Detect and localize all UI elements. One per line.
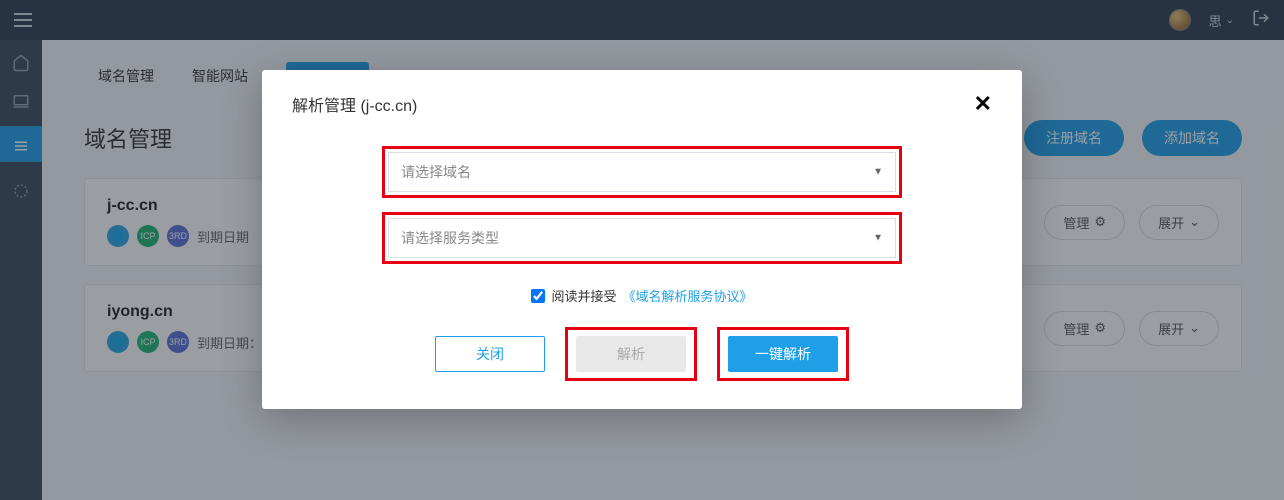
modal-overlay: 解析管理 (j-cc.cn) ✕ 请选择域名 ▼ 请选择服务类型 ▼ 阅读并接受… [0,0,1284,500]
agree-checkbox[interactable] [531,289,545,303]
resolve-modal: 解析管理 (j-cc.cn) ✕ 请选择域名 ▼ 请选择服务类型 ▼ 阅读并接受… [262,70,1022,409]
close-icon[interactable]: ✕ [974,93,992,115]
agree-label: 阅读并接受 [551,286,616,305]
agreement-link[interactable]: 《域名解析服务协议》 [623,286,753,305]
domain-select[interactable]: 请选择域名 [388,152,896,192]
close-button[interactable]: 关闭 [435,336,545,372]
resolve-button-highlight: 解析 [565,327,697,381]
onekey-resolve-button[interactable]: 一键解析 [728,336,838,372]
modal-title: 解析管理 (j-cc.cn) [292,92,417,116]
service-type-select[interactable]: 请选择服务类型 [388,218,896,258]
onekey-button-highlight: 一键解析 [717,327,849,381]
service-select-highlight: 请选择服务类型 ▼ [382,212,902,264]
resolve-button: 解析 [576,336,686,372]
domain-select-highlight: 请选择域名 ▼ [382,146,902,198]
